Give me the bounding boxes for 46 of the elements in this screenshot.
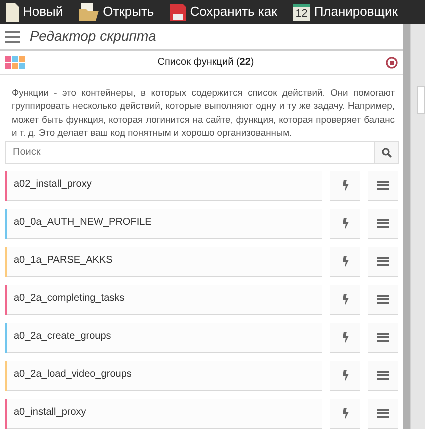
- menu-icon: [377, 371, 389, 380]
- floppy-icon: [170, 4, 186, 20]
- search-field[interactable]: Поиск: [5, 141, 374, 164]
- menu-button[interactable]: [368, 247, 398, 278]
- search-icon: [382, 148, 392, 158]
- run-button[interactable]: [330, 247, 360, 278]
- run-button[interactable]: [330, 399, 360, 429]
- panel-title: Список функций (22): [156, 56, 256, 70]
- search-button[interactable]: [374, 141, 399, 164]
- close-icon[interactable]: [386, 56, 398, 69]
- lightning-icon: [342, 332, 348, 344]
- toolbar-button[interactable]: Сохранить как: [164, 0, 288, 24]
- document-icon: [6, 2, 19, 22]
- run-button[interactable]: [330, 361, 360, 392]
- menu-icon: [377, 295, 389, 304]
- menu-button[interactable]: [368, 209, 398, 240]
- run-button[interactable]: [330, 209, 360, 240]
- menu-icon: [377, 257, 389, 266]
- menu-icon: [377, 219, 389, 228]
- folder-icon: [79, 3, 100, 21]
- menu-button[interactable]: [368, 399, 398, 429]
- menu-button[interactable]: [368, 361, 398, 392]
- lightning-icon: [342, 408, 348, 420]
- lightning-icon: [342, 180, 348, 192]
- lightning-icon: [342, 218, 348, 230]
- run-button[interactable]: [330, 323, 360, 354]
- menu-button[interactable]: [368, 323, 398, 354]
- description-text: Функции - это контейнеры, в которых содержится список действий. Они помогают группировать несколько действий, которые выполняют одну и ту же задачу. Например, может быть функция, которая логинится на сайте, функция, которая проверяет баланс и т. д. Это делает ваш код понятным и хорошо организованным.: [11, 86, 396, 140]
- lightning-icon: [342, 370, 348, 382]
- menu-icon: [377, 181, 389, 190]
- run-button[interactable]: [330, 285, 360, 316]
- scrollbar[interactable]: [403, 24, 410, 429]
- lightning-icon: [342, 256, 348, 268]
- menu-icon: [377, 409, 389, 418]
- menu-button[interactable]: [368, 171, 398, 202]
- lightning-icon: [342, 294, 348, 306]
- run-button[interactable]: [330, 171, 360, 202]
- toolbar-button[interactable]: Новый: [0, 0, 74, 24]
- menu-icon: [377, 333, 389, 342]
- toolbar-button[interactable]: Открыть: [73, 0, 164, 24]
- calendar-icon: 12: [293, 4, 310, 20]
- menu-button[interactable]: [368, 285, 398, 316]
- grid-icon: [5, 56, 26, 70]
- toolbar-button[interactable]: 12 Планировщик: [287, 0, 408, 24]
- editor-title: Редактор скрипта: [30, 27, 156, 46]
- menu-icon[interactable]: [5, 30, 20, 43]
